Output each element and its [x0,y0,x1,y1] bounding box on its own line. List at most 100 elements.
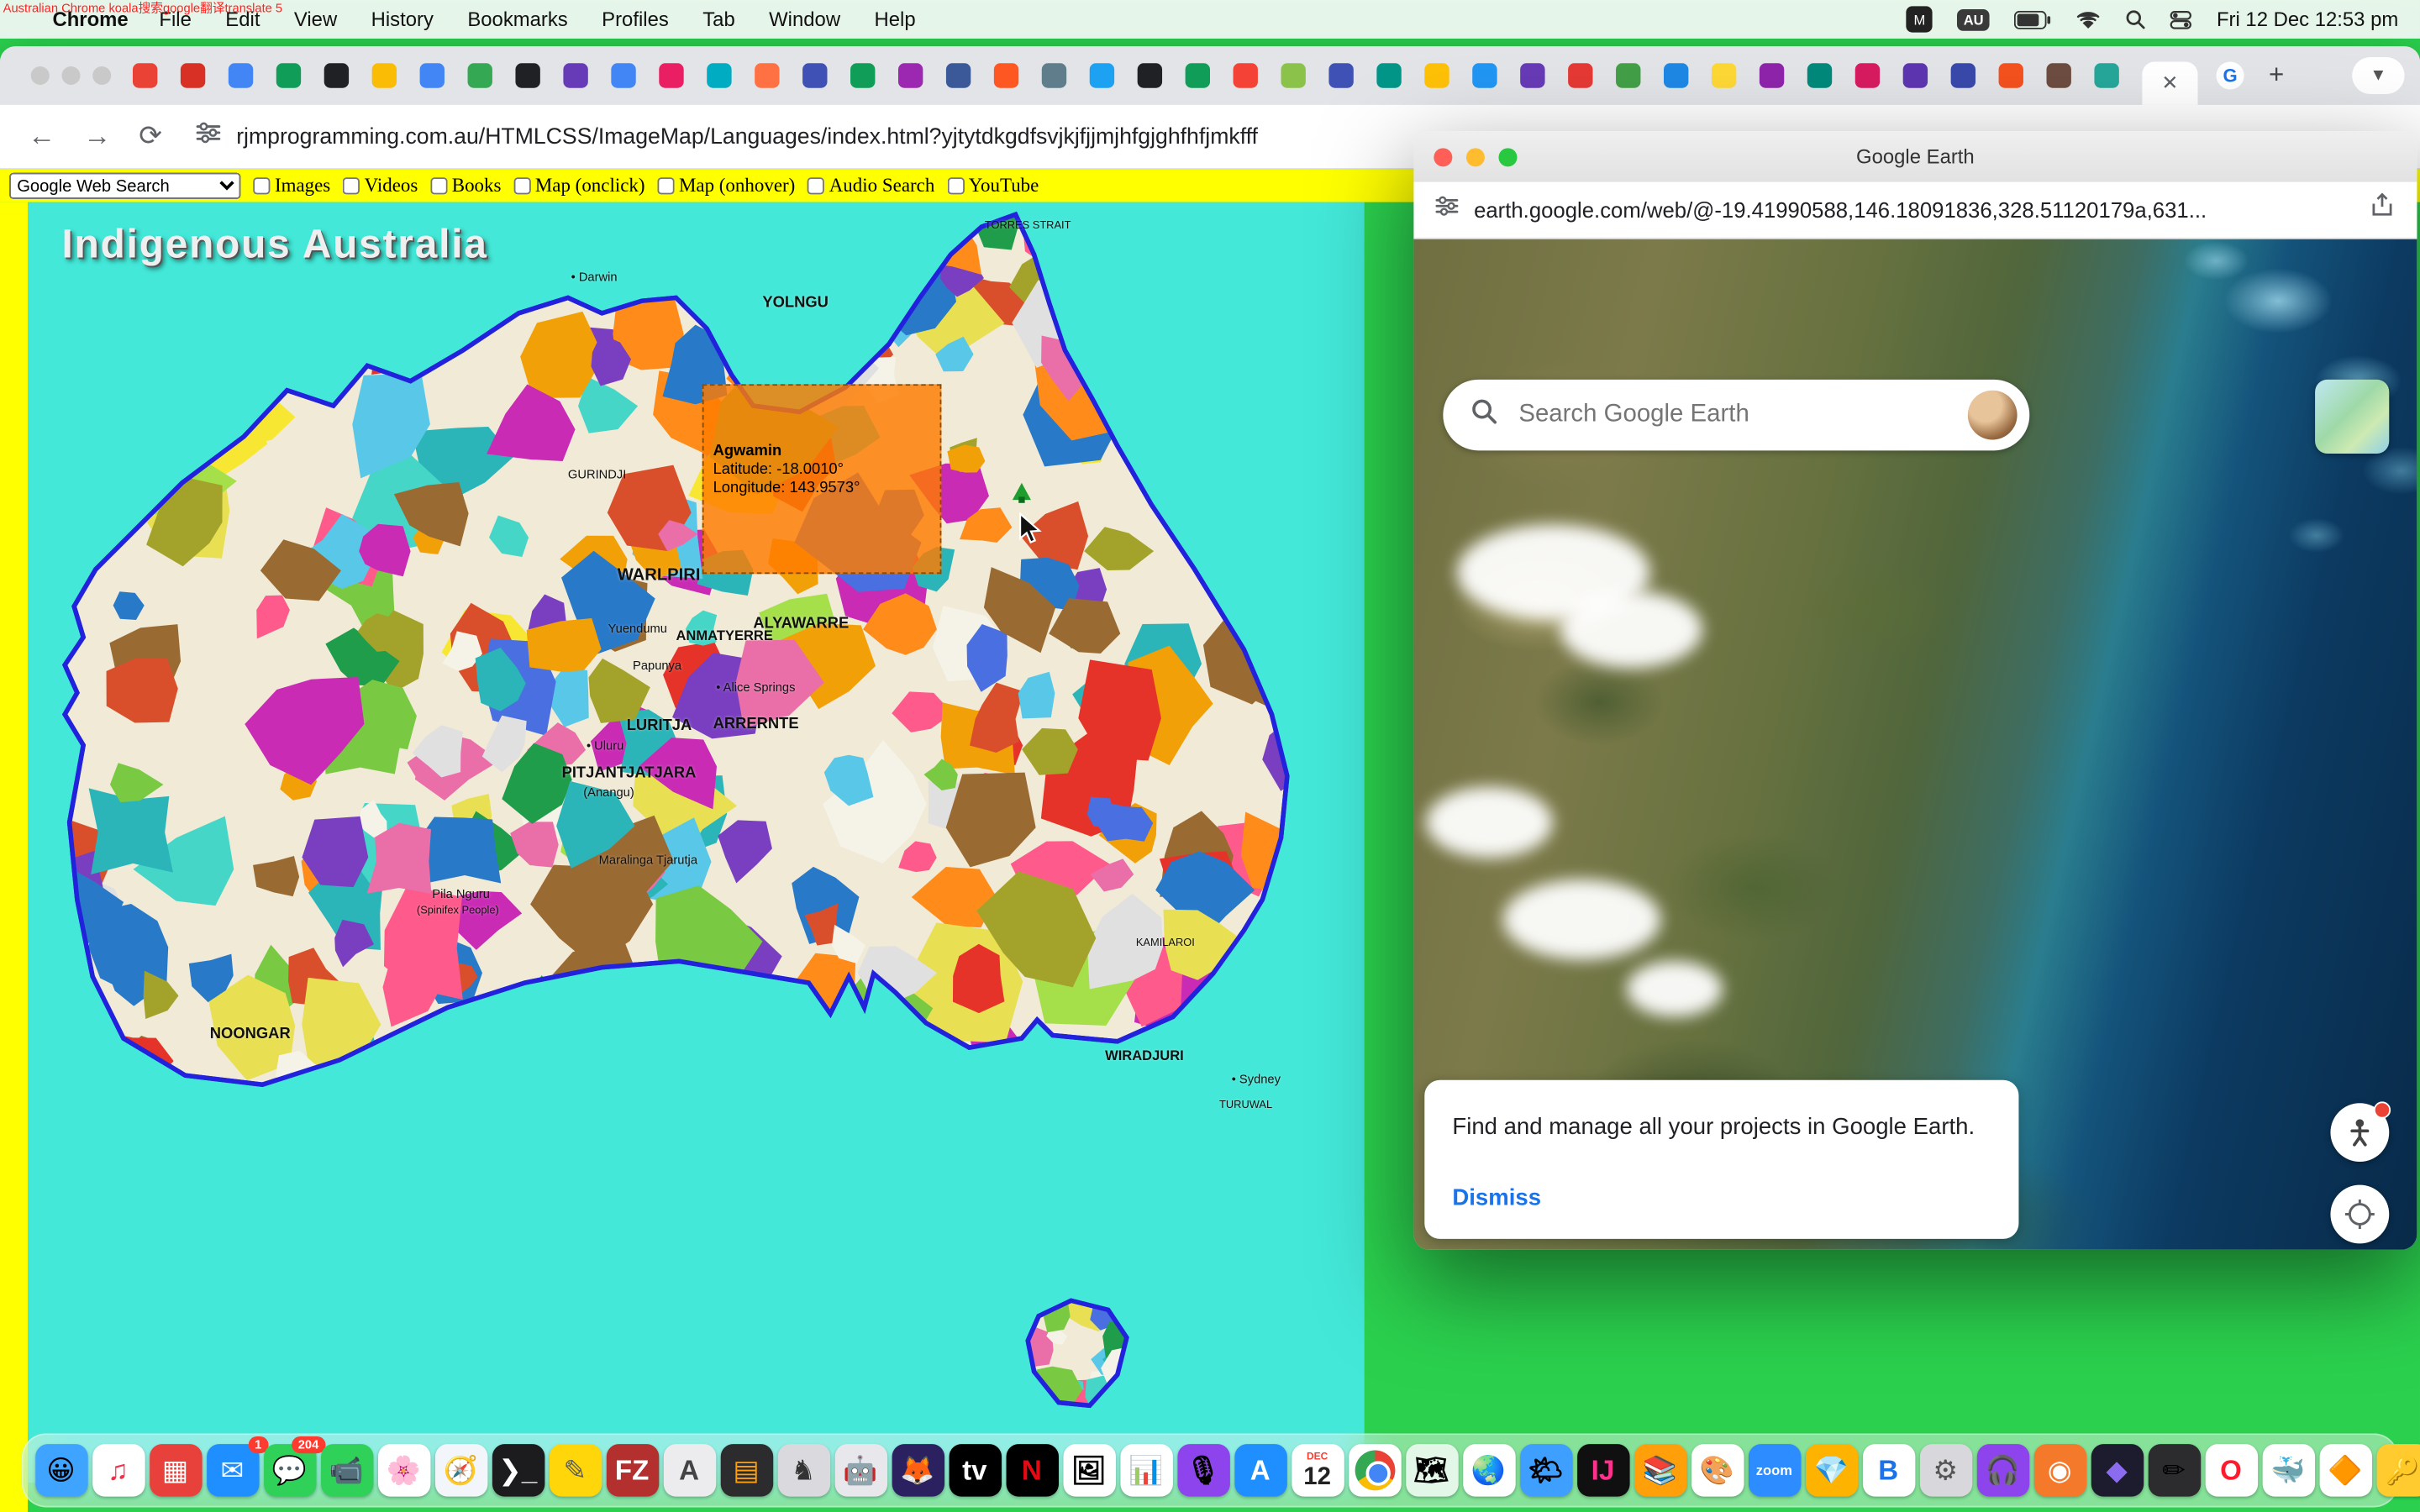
search-icon[interactable] [1470,398,1497,432]
pinned-tab-8[interactable] [515,63,539,87]
dock-automator[interactable]: 🤖 [834,1444,886,1496]
pinned-tab-37[interactable] [1903,63,1928,87]
dock-intellij[interactable]: IJ [1576,1444,1628,1496]
input-source-indicator[interactable]: AU [1957,8,1990,30]
pinned-tab-35[interactable] [1807,63,1832,87]
dock-calendar[interactable]: DEC12 [1291,1444,1343,1496]
pinned-tab-21[interactable] [1138,63,1162,87]
control-center-icon[interactable] [2170,10,2192,29]
pinned-tab-15[interactable] [850,63,875,87]
pinned-tab-40[interactable] [2047,63,2071,87]
dock-calculator[interactable]: ▤ [720,1444,772,1496]
dock-chess[interactable]: ♞ [777,1444,829,1496]
pinned-tab-29[interactable] [1520,63,1544,87]
dock-launchpad[interactable]: ▦ [149,1444,201,1496]
pinned-tab-27[interactable] [1424,63,1449,87]
dock-zoom[interactable]: zoom [1748,1444,1800,1496]
pinned-tab-19[interactable] [1042,63,1066,87]
site-settings-icon[interactable] [196,120,220,153]
dock-texshop[interactable]: A [663,1444,715,1496]
dock-vlc[interactable]: 🔶 [2319,1444,2371,1496]
search-engine-select[interactable]: Google Web Search [9,173,241,199]
pinned-tab-31[interactable] [1616,63,1640,87]
close-tab-icon[interactable]: ✕ [2161,71,2178,95]
dock-firefox[interactable]: 🦊 [892,1444,944,1496]
earth-title-bar[interactable]: Google Earth [1413,131,2417,182]
checkbox-images[interactable]: Images [253,175,330,198]
overview-minimap[interactable] [2315,380,2389,454]
pinned-tab-18[interactable] [994,63,1018,87]
window-minimize-button[interactable] [61,66,80,85]
dock-netflix[interactable]: N [1006,1444,1058,1496]
checkbox-input-images[interactable] [253,177,270,194]
dock-keeper[interactable]: 🔑 [2376,1444,2420,1496]
pinned-tab-2[interactable] [229,63,253,87]
checkbox-youtube[interactable]: YouTube [947,175,1039,198]
pinned-tab-17[interactable] [946,63,971,87]
checkbox-input-map-onclick[interactable] [513,177,530,194]
earth-search-input[interactable] [1518,402,1967,429]
pinned-tab-30[interactable] [1568,63,1592,87]
dock-pencil[interactable]: ✏ [2148,1444,2200,1496]
pinned-tab-24[interactable] [1281,63,1305,87]
forward-icon[interactable]: → [83,120,111,153]
dock-podcasts[interactable]: 🎙 [1177,1444,1229,1496]
checkbox-map-onhover[interactable]: Map (onhover) [657,175,795,198]
pinned-tab-12[interactable] [707,63,731,87]
dock-bold-editor[interactable]: B [1862,1444,1914,1496]
dock-sketch[interactable]: 💎 [1805,1444,1857,1496]
active-tab[interactable]: ✕ [2142,61,2197,104]
dock-preview[interactable]: 🖼 [1063,1444,1115,1496]
dock-music-alt[interactable]: 🎧 [1976,1444,2028,1496]
menu-extra-app-icon[interactable]: M [1907,6,1933,32]
earth-search-bar[interactable] [1443,380,2029,450]
menu-profiles[interactable]: Profiles [602,8,669,31]
pinned-tab-9[interactable] [563,63,587,87]
window-zoom-button[interactable] [92,66,111,85]
dock-paint[interactable]: 🎨 [1691,1444,1743,1496]
menu-tab[interactable]: Tab [702,8,735,31]
dock-finder[interactable]: 😀 [34,1444,87,1496]
share-icon[interactable] [2369,193,2395,227]
dock-blender[interactable]: ◉ [2033,1444,2086,1496]
dock-obsidian[interactable]: ◆ [2091,1444,2143,1496]
pinned-tab-11[interactable] [659,63,683,87]
pegman-button[interactable] [2330,1103,2389,1162]
checkbox-input-map-onhover[interactable] [657,177,674,194]
battery-icon[interactable] [2014,10,2051,29]
menu-help[interactable]: Help [875,8,916,31]
dock-terminal[interactable]: ❯_ [492,1444,544,1496]
pinned-tab-33[interactable] [1712,63,1736,87]
checkbox-input-videos[interactable] [343,177,360,194]
dock-chrome[interactable] [1348,1444,1400,1496]
dock-notes[interactable]: ✎ [549,1444,601,1496]
pinned-tab-32[interactable] [1664,63,1688,87]
checkbox-videos[interactable]: Videos [343,175,418,198]
orbit-compass-button[interactable] [2330,1185,2389,1244]
earth-address-text[interactable]: earth.google.com/web/@-19.41990588,146.1… [1474,197,2330,222]
dock-weather[interactable]: 🌤 [1519,1444,1571,1496]
dock-filezilla[interactable]: FZ [606,1444,658,1496]
pinned-tab-0[interactable] [133,63,157,87]
spotlight-icon[interactable] [2126,9,2146,29]
checkbox-audio-search[interactable]: Audio Search [808,175,934,198]
pinned-tab-3[interactable] [276,63,301,87]
pinned-tab-4[interactable] [324,63,349,87]
pinned-tab-16[interactable] [898,63,923,87]
pinned-tab-23[interactable] [1234,63,1258,87]
pinned-tab-10[interactable] [611,63,635,87]
pinned-tab-41[interactable] [2094,63,2118,87]
dock-messages[interactable]: 💬204 [263,1444,315,1496]
pinned-tab-38[interactable] [1951,63,1975,87]
pinned-tab-34[interactable] [1760,63,1784,87]
checkbox-input-audio-search[interactable] [808,177,824,194]
pinned-tab-7[interactable] [468,63,492,87]
pinned-tab-36[interactable] [1855,63,1880,87]
google-tab-favicon[interactable]: G [2217,61,2244,89]
pinned-tab-13[interactable] [755,63,779,87]
dock-facetime[interactable]: 📹 [320,1444,372,1496]
avatar[interactable] [1968,391,2018,440]
dock-app-store[interactable]: A [1234,1444,1286,1496]
checkbox-input-youtube[interactable] [947,177,964,194]
pinned-tab-22[interactable] [1186,63,1210,87]
